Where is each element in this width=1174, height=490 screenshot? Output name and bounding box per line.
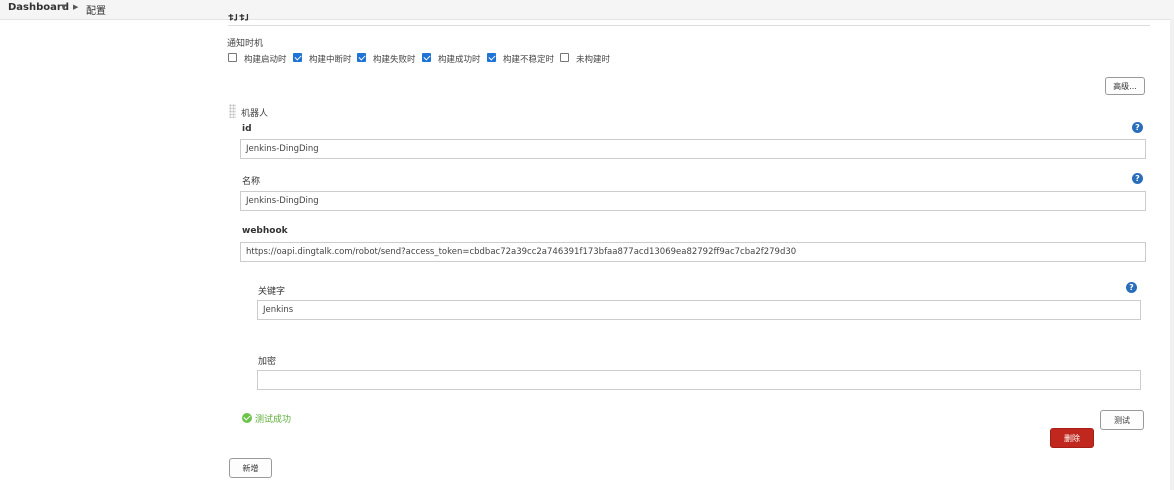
- add-button[interactable]: 新增: [229, 458, 272, 478]
- checkbox-label-build-success[interactable]: 构建成功时: [438, 53, 481, 65]
- test-button[interactable]: 测试: [1100, 410, 1144, 430]
- checkbox-build-success[interactable]: [422, 53, 431, 62]
- breadcrumb-separator-icon: ▶: [73, 3, 79, 11]
- checkbox-build-aborted[interactable]: [293, 53, 302, 62]
- checkbox-build-unstable[interactable]: [487, 53, 496, 62]
- id-field[interactable]: Jenkins-DingDing: [240, 139, 1146, 159]
- advanced-button[interactable]: 高级...: [1105, 77, 1145, 95]
- webhook-field[interactable]: https://oapi.dingtalk.com/robot/send?acc…: [240, 242, 1146, 262]
- checkbox-build-failure[interactable]: [357, 53, 366, 62]
- help-icon-keyword[interactable]: ?: [1126, 282, 1137, 293]
- success-check-icon: [242, 413, 252, 423]
- checkbox-label-build-start[interactable]: 构建启动时: [244, 53, 287, 65]
- help-icon-name[interactable]: ?: [1132, 173, 1143, 184]
- keyword-field[interactable]: Jenkins: [257, 300, 1141, 320]
- checkbox-build-start[interactable]: [228, 53, 237, 62]
- checkbox-not-built[interactable]: [560, 53, 569, 62]
- breadcrumb-current[interactable]: 配置: [86, 2, 106, 17]
- checkbox-label-not-built[interactable]: 未构建时: [576, 53, 610, 65]
- notify-timing-label: 通知时机: [227, 39, 264, 49]
- checkbox-label-build-aborted[interactable]: 构建中断时: [309, 53, 352, 65]
- breadcrumb-dashboard-link[interactable]: Dashboard: [8, 2, 69, 13]
- robot-label: 机器人: [241, 109, 269, 119]
- drag-handle-icon[interactable]: [229, 104, 236, 118]
- name-field[interactable]: Jenkins-DingDing: [240, 191, 1146, 211]
- section-title: 钉钉: [228, 14, 250, 22]
- delete-button[interactable]: 删除: [1050, 428, 1094, 448]
- id-label: id: [242, 124, 252, 134]
- secret-label: 加密: [258, 357, 277, 367]
- checkbox-label-build-unstable[interactable]: 构建不稳定时: [503, 53, 554, 65]
- help-icon-id[interactable]: ?: [1132, 122, 1143, 133]
- keyword-label: 关键字: [258, 287, 286, 297]
- checkbox-label-build-failure[interactable]: 构建失败时: [373, 53, 416, 65]
- secret-field[interactable]: [257, 370, 1141, 390]
- section-divider: [228, 25, 1150, 26]
- scrollbar[interactable]: [1170, 19, 1174, 490]
- test-status-text: 测试成功: [255, 415, 292, 425]
- breadcrumb-bar: Dashboard ▼ ▶ 配置: [0, 0, 1174, 20]
- chevron-down-icon[interactable]: ▼: [61, 3, 66, 11]
- webhook-label: webhook: [242, 226, 288, 236]
- name-label: 名称: [242, 177, 261, 187]
